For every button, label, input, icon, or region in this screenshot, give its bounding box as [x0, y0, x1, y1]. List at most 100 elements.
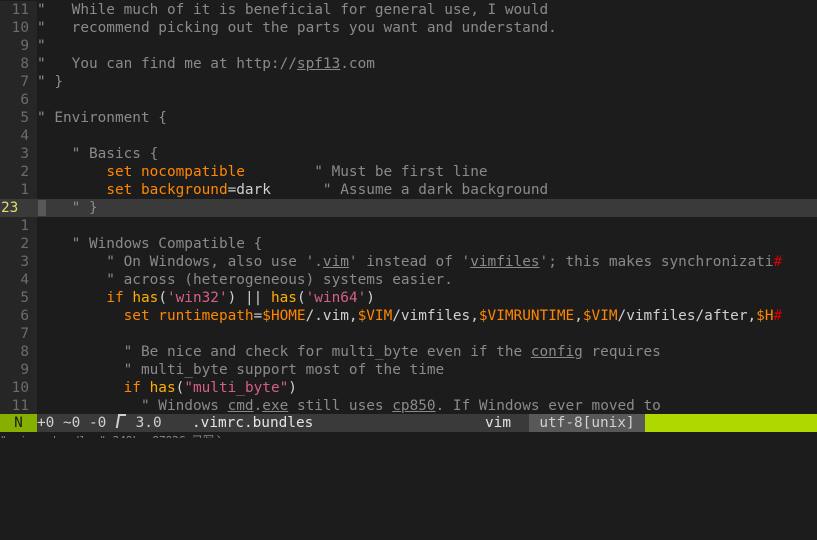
code-token: $H — [756, 308, 774, 324]
code-token: cmd — [227, 398, 254, 414]
line-number: 2 — [0, 235, 37, 253]
code-text: " — [37, 37, 46, 55]
code-line[interactable]: 1 — [0, 217, 817, 235]
code-token: "multi_byte" — [184, 380, 289, 396]
line-number: 9 — [0, 361, 37, 379]
code-text: " Windows Compatible { — [37, 235, 263, 253]
line-number: 9 — [0, 37, 37, 55]
code-token: . — [253, 398, 263, 414]
file-type: vim — [485, 415, 511, 431]
code-token: vim — [322, 254, 349, 270]
code-line[interactable]: 2 set nocompatible " Must be first line — [0, 163, 817, 181]
code-token: has — [132, 290, 159, 306]
line-number: 5 — [0, 109, 37, 127]
code-text: " } — [37, 199, 98, 217]
code-token: exe — [262, 398, 289, 414]
code-text: " } — [37, 73, 63, 91]
code-text: " across (heterogeneous) systems easier. — [37, 271, 453, 289]
code-line[interactable]: 8 " You can find me at http://spf13.com — [0, 55, 817, 73]
code-token: $VIM — [357, 308, 393, 324]
code-token: " Assume a dark background — [322, 182, 549, 198]
code-line[interactable]: 2 " Windows Compatible { — [0, 235, 817, 253]
code-token: ( — [175, 380, 185, 396]
code-line[interactable]: 4 " across (heterogeneous) systems easie… — [0, 271, 817, 289]
line-number: 11 — [0, 397, 37, 415]
code-line[interactable]: 5 " Environment { — [0, 109, 817, 127]
code-line[interactable]: 4 — [0, 127, 817, 145]
git-diff-stats: +0 ~0 -0 3.0 — [37, 414, 162, 432]
code-line[interactable]: 6 — [0, 91, 817, 109]
code-token: has — [270, 290, 297, 306]
cursor-position-segment: 9% LN 23: 1 — [645, 414, 817, 485]
code-line[interactable]: 8 " Be nice and check for multi_byte eve… — [0, 343, 817, 361]
command-line[interactable]: ".vimrc.bundles" 249L, 8792C 已写入 — [0, 432, 817, 438]
line-number: 1 — [0, 217, 37, 235]
code-text: " Basics { — [37, 145, 159, 163]
line-number: 7 — [0, 73, 37, 91]
code-line[interactable]: 9 " multi_byte support most of the time — [0, 361, 817, 379]
code-line[interactable]: 3 " On Windows, also use '.vim' instead … — [0, 253, 817, 271]
git-branch-name: 3.0 — [126, 415, 162, 431]
code-token: ' instead of ' — [348, 254, 471, 270]
line-number: 8 — [0, 55, 37, 73]
code-token: has — [149, 380, 176, 396]
code-token: ) — [288, 380, 297, 396]
code-token: =dark — [227, 182, 271, 198]
file-name: .vimrc.bundles — [192, 415, 314, 431]
code-line[interactable]: 3 " Basics { — [0, 145, 817, 163]
code-text: if has('win32') || has('win64') — [37, 289, 375, 307]
code-token: /vimfiles/after, — [617, 308, 757, 324]
file-encoding: utf-8[unix] — [529, 414, 645, 432]
code-line[interactable]: 11 " Windows cmd.exe still uses cp850. I… — [0, 397, 817, 415]
line-number: 4 — [0, 271, 37, 289]
code-token: still uses — [288, 398, 393, 414]
code-text: " recommend picking out the parts you wa… — [37, 19, 557, 37]
line-number: 10 — [0, 379, 37, 397]
code-line[interactable]: 6 set runtimepath=$HOME/.vim,$VIM/vimfil… — [0, 307, 817, 325]
code-token: " While much of it is beneficial for gen… — [37, 2, 549, 18]
line-number: 23 — [0, 199, 37, 217]
code-line[interactable]: 7 " } — [0, 73, 817, 91]
code-line[interactable]: 10 if has("multi_byte") — [0, 379, 817, 397]
code-token: ) — [366, 290, 375, 306]
code-text: set nocompatible " Must be first line — [37, 163, 487, 181]
code-token: ( — [158, 290, 167, 306]
cursor-position: 23: 1 — [737, 469, 789, 485]
code-token: requires — [582, 344, 661, 360]
git-branch-icon — [115, 414, 127, 428]
code-token: 'win32' — [166, 290, 228, 306]
code-line[interactable]: 11 " While much of it is beneficial for g… — [0, 1, 817, 19]
code-line[interactable]: 9 " — [0, 37, 817, 55]
code-token: " multi_byte support most of the time — [37, 362, 445, 378]
code-token: # — [773, 254, 783, 270]
line-number: 8 — [0, 343, 37, 361]
code-token: . If Windows ever moved to — [435, 398, 661, 414]
code-line[interactable]: 7 — [0, 325, 817, 343]
editor-buffer[interactable]: 11 " While much of it is beneficial for g… — [0, 1, 817, 415]
code-line[interactable]: 1 set background=dark " Assume a dark ba… — [0, 181, 817, 199]
code-text: " While much of it is beneficial for gen… — [37, 1, 548, 19]
code-token: ( — [296, 290, 306, 306]
code-token: cp850 — [392, 398, 436, 414]
code-token: " } — [37, 74, 63, 90]
current-line[interactable]: 23 " } — [0, 199, 817, 217]
code-line[interactable]: 5 if has('win32') || has('win64') — [0, 289, 817, 307]
code-token: config — [530, 344, 583, 360]
line-number-icon: LN — [706, 452, 720, 465]
code-token: .com — [340, 56, 375, 72]
line-number: 10 — [0, 19, 37, 37]
code-token: spf13 — [296, 56, 341, 72]
code-token: # — [773, 308, 783, 324]
code-token: /vimfiles, — [392, 308, 479, 324]
status-line: N +0 ~0 -0 3.0 .vimrc.bundles vim utf-8[… — [0, 414, 817, 485]
code-token: set runtimepath — [123, 308, 254, 324]
line-number: 11 — [0, 1, 37, 19]
code-token: $VIM — [582, 308, 618, 324]
code-text: " On Windows, also use '.vim' instead of… — [37, 253, 782, 271]
code-line[interactable]: 10 " recommend picking out the parts you … — [0, 19, 817, 37]
line-number: 6 — [0, 307, 37, 325]
